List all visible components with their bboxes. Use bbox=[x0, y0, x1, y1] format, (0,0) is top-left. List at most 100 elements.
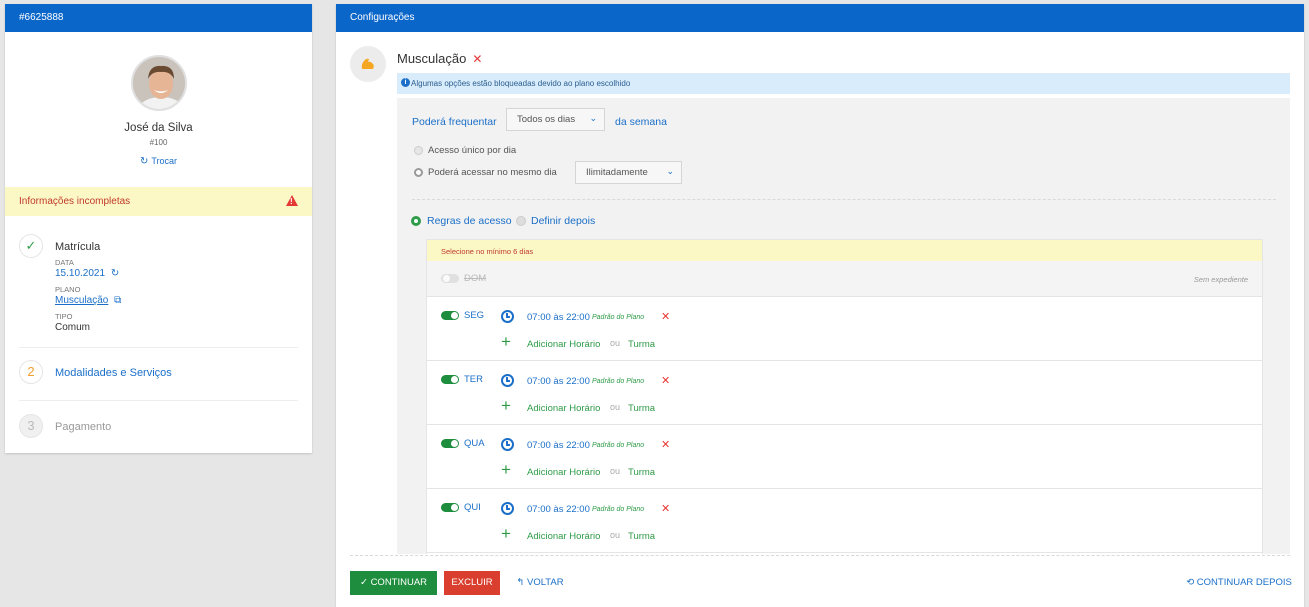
day-row: SEG 07:00 às 22:00 Padrão do Plano ✕ + A… bbox=[427, 297, 1262, 361]
remove-hours-icon[interactable]: ✕ bbox=[661, 310, 670, 323]
day-label: TER bbox=[464, 374, 483, 385]
panel-title: Configurações bbox=[336, 4, 1304, 32]
plan-default-tag: Padrão do Plano bbox=[592, 378, 645, 385]
refresh-icon: ↻ bbox=[139, 156, 149, 167]
back-arrow-icon: ↰ bbox=[516, 577, 527, 588]
date-label: DATA bbox=[55, 258, 74, 267]
remove-hours-icon[interactable]: ✕ bbox=[661, 438, 670, 451]
define-later-radio[interactable] bbox=[516, 216, 526, 226]
user-id: #100 bbox=[149, 138, 168, 147]
class-link[interactable]: Turma bbox=[628, 339, 655, 350]
clock-icon bbox=[501, 502, 514, 515]
day-toggle[interactable] bbox=[441, 311, 459, 320]
type-value: Comum bbox=[55, 322, 91, 333]
day-row: QUI 07:00 às 22:00 Padrão do Plano ✕ + A… bbox=[427, 489, 1262, 553]
plan-link[interactable]: Musculação ⧉ bbox=[55, 295, 121, 306]
frequency-select[interactable]: Todos os dias ⌄ bbox=[506, 108, 605, 131]
clock-icon bbox=[501, 374, 514, 387]
day-row: QUA 07:00 às 22:00 Padrão do Plano ✕ + A… bbox=[427, 425, 1262, 489]
avatar bbox=[131, 55, 187, 111]
divider bbox=[19, 347, 298, 348]
access-rules-label: Regras de acesso bbox=[427, 215, 512, 227]
modality-settings: Poderá frequentar Todos os dias ⌄ da sem… bbox=[397, 98, 1290, 554]
step-modalities-title[interactable]: Modalidades e Serviços bbox=[55, 367, 172, 379]
plus-icon[interactable]: + bbox=[501, 397, 511, 414]
divider bbox=[350, 555, 1290, 556]
refresh-date-icon[interactable]: ↻ bbox=[111, 268, 119, 279]
continue-later-label: CONTINUAR DEPOIS bbox=[1196, 577, 1292, 588]
or-text: ou bbox=[610, 338, 621, 348]
modality-title: Musculação ✕ bbox=[397, 51, 482, 66]
frequency-suffix: da semana bbox=[615, 116, 667, 128]
switch-user-label: Trocar bbox=[151, 156, 178, 166]
single-access-label: Acesso único por dia bbox=[428, 145, 517, 156]
plan-default-tag: Padrão do Plano bbox=[592, 314, 645, 321]
remove-hours-icon[interactable]: ✕ bbox=[661, 502, 670, 515]
history-icon: ⟲ bbox=[1186, 577, 1197, 588]
warning-text: Informações incompletas bbox=[19, 196, 131, 207]
remove-hours-icon[interactable]: ✕ bbox=[661, 374, 670, 387]
add-hours-link[interactable]: Adicionar Horário bbox=[527, 403, 600, 414]
day-toggle[interactable] bbox=[441, 375, 459, 384]
info-bar: i Algumas opções estão bloqueadas devido… bbox=[397, 73, 1290, 94]
user-name: José da Silva bbox=[124, 122, 193, 134]
continue-later-button[interactable]: ⟲ CONTINUAR DEPOIS bbox=[1186, 571, 1292, 595]
delete-button[interactable]: EXCLUIR bbox=[444, 571, 500, 595]
day-label: SEG bbox=[464, 310, 485, 321]
or-text: ou bbox=[610, 402, 621, 412]
external-link-icon[interactable]: ⧉ bbox=[114, 295, 121, 306]
plus-icon[interactable]: + bbox=[501, 525, 511, 542]
day-label: QUA bbox=[464, 438, 485, 449]
day-hours[interactable]: 07:00 às 22:00 bbox=[527, 504, 590, 515]
class-link[interactable]: Turma bbox=[628, 403, 655, 414]
add-hours-link[interactable]: Adicionar Horário bbox=[527, 531, 600, 542]
clock-icon bbox=[501, 438, 514, 451]
days-warning: Selecione no mínimo 6 dias bbox=[427, 240, 1262, 261]
back-label: VOLTAR bbox=[527, 577, 564, 588]
day-toggle[interactable] bbox=[441, 503, 459, 512]
day-label: QUI bbox=[464, 502, 481, 513]
divider bbox=[19, 400, 298, 401]
enrollment-date[interactable]: 15.10.2021 ↻ bbox=[55, 268, 119, 279]
clock-icon bbox=[501, 310, 514, 323]
info-icon: i bbox=[401, 78, 410, 87]
frequency-label: Poderá frequentar bbox=[412, 116, 497, 128]
multi-access-selected: Ilimitadamente bbox=[586, 167, 648, 178]
add-hours-link[interactable]: Adicionar Horário bbox=[527, 339, 600, 350]
check-icon: ✓ bbox=[359, 577, 371, 588]
class-link[interactable]: Turma bbox=[628, 467, 655, 478]
multi-access-select[interactable]: Ilimitadamente ⌄ bbox=[575, 161, 682, 184]
info-text: Algumas opções estão bloqueadas devido a… bbox=[411, 79, 631, 88]
muscle-icon bbox=[350, 46, 386, 82]
configuration-panel: Configurações Musculação ✕ i Algumas opçõ… bbox=[336, 4, 1304, 607]
access-rules-radio[interactable] bbox=[411, 216, 421, 226]
back-button[interactable]: ↰ VOLTAR bbox=[512, 571, 568, 595]
multi-access-radio[interactable] bbox=[414, 168, 423, 177]
frequency-selected: Todos os dias bbox=[517, 114, 576, 125]
switch-user-link[interactable]: ↻ Trocar bbox=[5, 156, 312, 167]
step-3-number: 3 bbox=[19, 414, 43, 438]
plus-icon[interactable]: + bbox=[501, 461, 511, 478]
class-link[interactable]: Turma bbox=[628, 531, 655, 542]
plan-value: Musculação bbox=[55, 295, 109, 306]
day-hours[interactable]: 07:00 às 22:00 bbox=[527, 376, 590, 387]
remove-modality-icon[interactable]: ✕ bbox=[472, 52, 482, 66]
plan-default-tag: Padrão do Plano bbox=[592, 442, 645, 449]
type-label: TIPO bbox=[55, 312, 73, 321]
single-access-radio[interactable] bbox=[414, 146, 423, 155]
day-hours[interactable]: 07:00 às 22:00 bbox=[527, 312, 590, 323]
define-later-label: Definir depois bbox=[531, 215, 596, 227]
day-hours[interactable]: 07:00 às 22:00 bbox=[527, 440, 590, 451]
enrollment-date-value: 15.10.2021 bbox=[55, 268, 106, 279]
day-row: TER 07:00 às 22:00 Padrão do Plano ✕ + A… bbox=[427, 361, 1262, 425]
chevron-down-icon: ⌄ bbox=[666, 166, 674, 176]
divider bbox=[412, 199, 1276, 200]
modality-name: Musculação bbox=[397, 51, 467, 66]
enrollment-id: #6625888 bbox=[5, 4, 312, 32]
continue-button[interactable]: ✓ CONTINUAR bbox=[350, 571, 437, 595]
day-toggle[interactable] bbox=[441, 439, 459, 448]
add-hours-link[interactable]: Adicionar Horário bbox=[527, 467, 600, 478]
enrollment-sidebar: #6625888 José da Silva #100 ↻ Trocar Info… bbox=[5, 4, 312, 453]
access-rules-table: Selecione no mínimo 6 dias DOM Sem exped… bbox=[426, 239, 1263, 554]
plus-icon[interactable]: + bbox=[501, 333, 511, 350]
